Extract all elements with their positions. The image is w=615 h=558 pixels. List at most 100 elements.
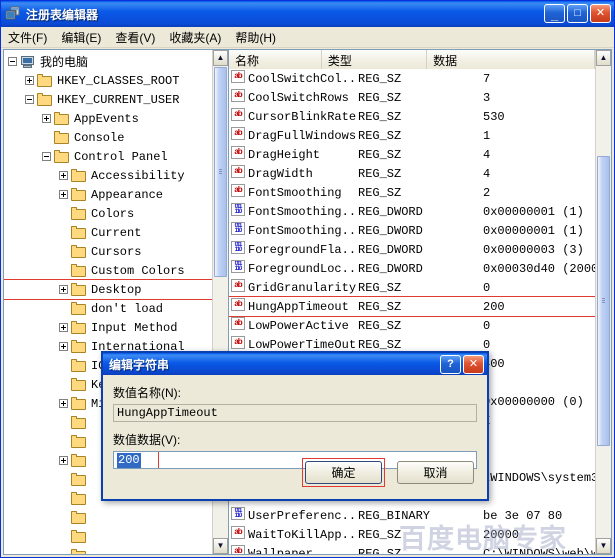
table-row[interactable]: 011 110 FontSmoothing... REG_DWORD 0x0000000… xyxy=(229,202,595,221)
expand-icon[interactable] xyxy=(42,114,51,123)
expand-icon[interactable] xyxy=(59,342,68,351)
expand-icon[interactable] xyxy=(59,171,68,180)
tree-node-5[interactable]: Control Panel xyxy=(4,147,212,166)
value-data-cell: 20000 xyxy=(483,527,520,542)
value-type-cell: REG_SZ xyxy=(358,109,402,124)
tree-node-3[interactable]: AppEvents xyxy=(4,109,212,128)
tree-node-label: Colors xyxy=(91,206,135,221)
value-type-cell: REG_SZ xyxy=(358,147,402,162)
tree-scroll-down-icon[interactable]: ▼ xyxy=(213,538,228,554)
collapse-icon[interactable] xyxy=(8,57,17,66)
value-type-cell: REG_DWORD xyxy=(358,204,423,219)
table-row[interactable]: ab CoolSwitchRows REG_SZ 3 xyxy=(229,88,595,107)
menu-item-0[interactable]: 文件(F) xyxy=(1,27,54,48)
maximize-button[interactable]: □ xyxy=(567,4,588,23)
tree-node-4[interactable]: Console xyxy=(4,128,212,147)
menu-item-2[interactable]: 查看(V) xyxy=(108,27,162,48)
tree-node-25[interactable] xyxy=(4,527,212,546)
tree-node-12[interactable]: Desktop xyxy=(4,279,212,300)
tree-node-26[interactable] xyxy=(4,546,212,554)
list-scroll-up-icon[interactable]: ▲ xyxy=(596,50,611,66)
table-row[interactable]: ab CoolSwitchCol... REG_SZ 7 xyxy=(229,69,595,88)
folder-icon xyxy=(71,378,87,391)
table-row[interactable]: ab FontSmoothing REG_SZ 2 xyxy=(229,183,595,202)
folder-icon xyxy=(71,359,87,372)
string-value-icon: ab xyxy=(229,70,248,87)
list-scroll-thumb[interactable] xyxy=(597,156,610,446)
table-row[interactable]: 011 110 FontSmoothing... REG_DWORD 0x0000000… xyxy=(229,221,595,240)
tree-scroll-thumb[interactable] xyxy=(214,67,227,277)
list-scroll-down-icon[interactable]: ▼ xyxy=(596,538,611,554)
tree-node-0[interactable]: 我的电脑 xyxy=(4,52,212,71)
cancel-button[interactable]: 取消 xyxy=(397,461,474,484)
expand-icon[interactable] xyxy=(59,285,68,294)
tree-node-8[interactable]: Colors xyxy=(4,204,212,223)
close-button[interactable]: ✕ xyxy=(590,4,611,23)
listview-header[interactable]: 名称 类型 数据 xyxy=(229,50,595,69)
window-titlebar[interactable]: 注册表编辑器 _ □ ✕ xyxy=(1,1,614,27)
tree-node-10[interactable]: Cursors xyxy=(4,242,212,261)
edit-string-dialog: 编辑字符串 ? ✕ 数值名称(N): HungAppTimeout 数值数据(V… xyxy=(101,351,489,501)
tree-node-2[interactable]: HKEY_CURRENT_USER xyxy=(4,90,212,109)
value-type-cell: REG_SZ xyxy=(358,71,402,86)
menu-item-3[interactable]: 收藏夹(A) xyxy=(162,27,228,48)
table-row[interactable]: ab LowPowerActive REG_SZ 0 xyxy=(229,316,595,335)
value-data-cell: 0 xyxy=(483,337,491,352)
dialog-help-button[interactable]: ? xyxy=(440,355,461,374)
tree-node-9[interactable]: Current xyxy=(4,223,212,242)
table-row[interactable]: 011 110 ForegroundFla... REG_DWORD 0x0000000… xyxy=(229,240,595,259)
tree-node-24[interactable] xyxy=(4,508,212,527)
list-vertical-scrollbar[interactable]: ▲ ▼ xyxy=(595,50,611,554)
string-value-icon: ab xyxy=(229,184,248,201)
minimize-button[interactable]: _ xyxy=(544,4,565,23)
folder-icon xyxy=(71,473,87,486)
dialog-controls: ? ✕ xyxy=(440,355,484,374)
collapse-icon[interactable] xyxy=(42,152,51,161)
table-row[interactable]: ab DragHeight REG_SZ 4 xyxy=(229,145,595,164)
column-header-1[interactable]: 类型 xyxy=(321,50,428,69)
dialog-title: 编辑字符串 xyxy=(109,357,170,372)
close-icon: ✕ xyxy=(595,7,606,19)
tree-node-7[interactable]: Appearance xyxy=(4,185,212,204)
tree-node-6[interactable]: Accessibility xyxy=(4,166,212,185)
collapse-icon[interactable] xyxy=(25,95,34,104)
tree-node-11[interactable]: Custom Colors xyxy=(4,261,212,280)
tree-node-1[interactable]: HKEY_CLASSES_ROOT xyxy=(4,71,212,90)
tree-node-13[interactable]: don't load xyxy=(4,299,212,318)
table-row[interactable]: ab DragFullWindows REG_SZ 1 xyxy=(229,126,595,145)
value-name-cell: DragHeight xyxy=(248,147,321,162)
value-data-cell: 7 xyxy=(483,71,491,86)
table-row[interactable]: ab WaitToKillApp... REG_SZ 20000 xyxy=(229,525,595,544)
ok-button[interactable]: 确定 xyxy=(305,461,382,484)
column-header-0[interactable]: 名称 xyxy=(229,50,322,69)
table-row[interactable]: ab CursorBlinkRate REG_SZ 530 xyxy=(229,107,595,126)
value-name-cell: DragWidth xyxy=(248,166,313,181)
string-value-icon: ab xyxy=(229,545,248,554)
table-row[interactable]: 011 110 ForegroundLoc... REG_DWORD 0x00030d4… xyxy=(229,259,595,278)
expand-icon[interactable] xyxy=(59,323,68,332)
expand-icon[interactable] xyxy=(59,456,68,465)
expand-icon[interactable] xyxy=(59,399,68,408)
menu-item-1[interactable]: 编辑(E) xyxy=(54,27,108,48)
table-row[interactable]: 011 110 UserPreferenc... REG_BINARY be 3e 07… xyxy=(229,506,595,525)
menu-item-4[interactable]: 帮助(H) xyxy=(228,27,283,48)
dialog-titlebar[interactable]: 编辑字符串 ? ✕ xyxy=(103,353,487,375)
table-row[interactable]: ab HungAppTimeout REG_SZ 200 xyxy=(229,296,595,317)
dialog-close-button[interactable]: ✕ xyxy=(463,355,484,374)
expand-icon[interactable] xyxy=(59,190,68,199)
folder-icon xyxy=(71,207,87,220)
column-header-2[interactable]: 数据 xyxy=(427,50,595,69)
value-name-cell: HungAppTimeout xyxy=(248,299,349,314)
value-name-cell: Wallpaper xyxy=(248,546,313,555)
table-row[interactable]: abWallpaper REG_SZ C:\WINDOWS\web\wallpa xyxy=(229,544,595,554)
registry-icon xyxy=(5,6,21,22)
expand-icon[interactable] xyxy=(25,76,34,85)
value-data-cell: 3 xyxy=(483,90,491,105)
folder-icon xyxy=(71,416,87,429)
table-row[interactable]: ab GridGranularity REG_SZ 0 xyxy=(229,278,595,297)
tree-scroll-up-icon[interactable]: ▲ xyxy=(213,50,228,66)
tree-node-14[interactable]: Input Method xyxy=(4,318,212,337)
table-row[interactable]: ab DragWidth REG_SZ 4 xyxy=(229,164,595,183)
value-type-cell: REG_SZ xyxy=(358,318,402,333)
